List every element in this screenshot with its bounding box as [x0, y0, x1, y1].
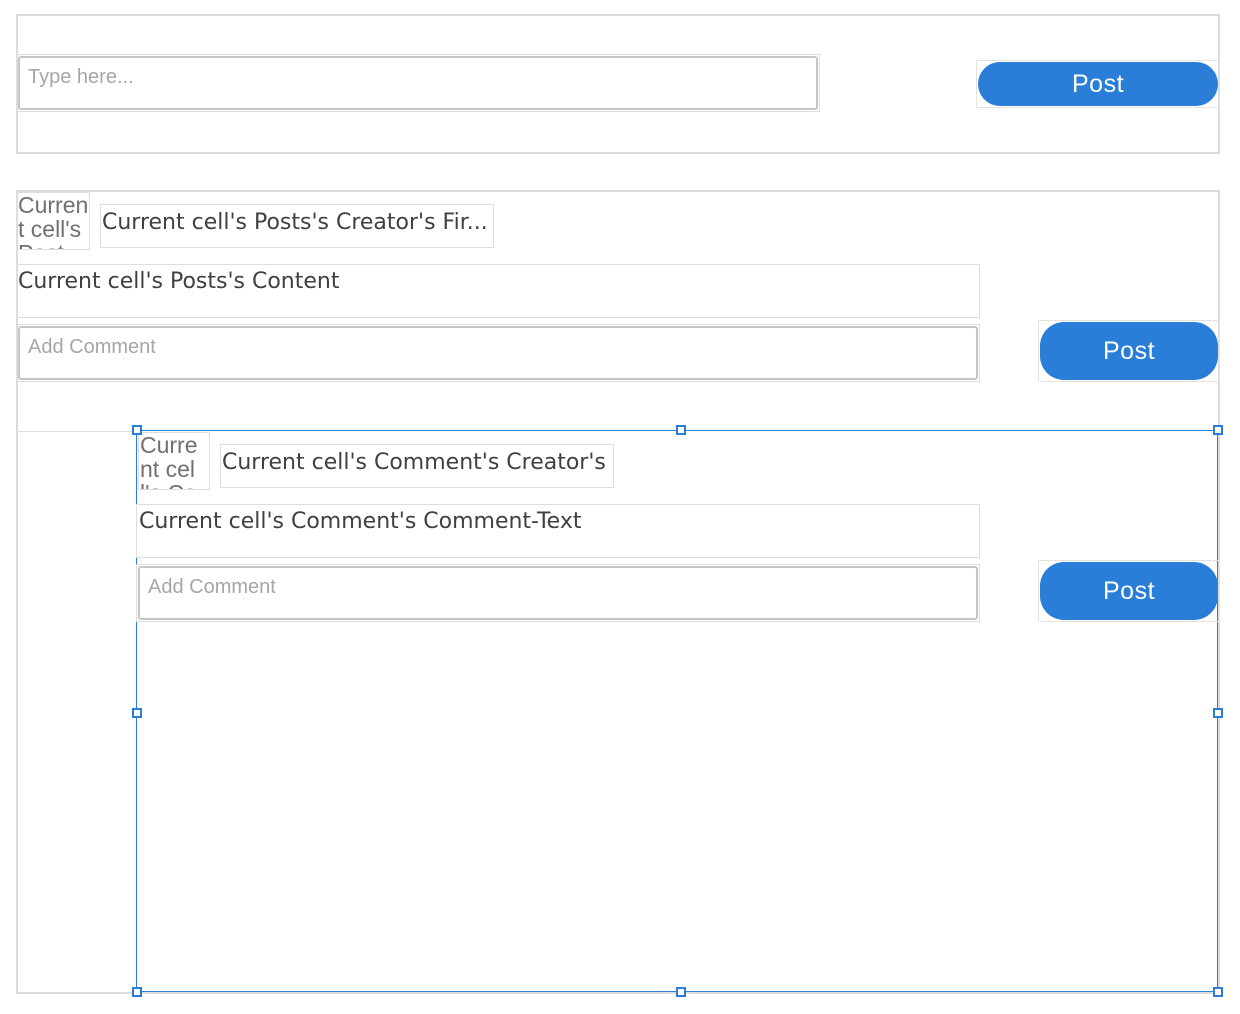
post-creator-avatar: Current cell's Posts's Creator's Picture	[16, 192, 90, 250]
resize-handle-bottom-left[interactable]	[132, 987, 142, 997]
resize-handle-bottom-middle[interactable]	[676, 987, 686, 997]
comment-post-button[interactable]: Post	[1040, 562, 1218, 620]
resize-handle-middle-right[interactable]	[1213, 708, 1223, 718]
resize-handle-bottom-right[interactable]	[1213, 987, 1223, 997]
comment-input[interactable]: Add Comment	[138, 566, 978, 620]
resize-handle-top-right[interactable]	[1213, 425, 1223, 435]
resize-handle-top-left[interactable]	[132, 425, 142, 435]
resize-handle-middle-left[interactable]	[132, 708, 142, 718]
resize-handle-top-middle[interactable]	[676, 425, 686, 435]
post-comment-button[interactable]: Post	[1040, 322, 1218, 380]
composer-input[interactable]: Type here...	[18, 56, 818, 110]
composer-post-button[interactable]: Post	[978, 62, 1218, 106]
comment-creator-name: Current cell's Comment's Creator's	[220, 444, 614, 488]
comment-text: Current cell's Comment's Comment-Text	[136, 504, 980, 558]
comment-creator-avatar: Current cell's Comment's Creator's Pictu…	[138, 432, 210, 490]
post-divider	[18, 431, 138, 432]
post-creator-name: Current cell's Posts's Creator's Fir...	[100, 204, 494, 248]
post-comment-input[interactable]: Add Comment	[18, 326, 978, 380]
post-content: Current cell's Posts's Content	[16, 264, 980, 318]
